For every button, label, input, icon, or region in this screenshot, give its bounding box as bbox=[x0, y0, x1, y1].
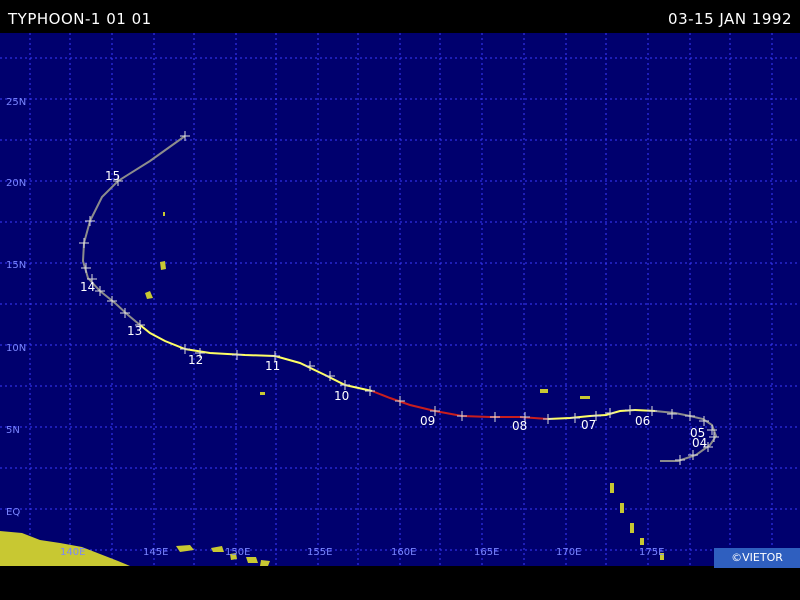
day-label: 15 bbox=[105, 169, 120, 183]
track-position-marker bbox=[685, 411, 695, 421]
longitude-labels: 140E145E150E155E160E165E170E175E180 bbox=[60, 547, 741, 558]
longitude-label: 175E bbox=[639, 547, 664, 558]
track-position-marker bbox=[365, 386, 375, 396]
track-position-marker bbox=[490, 412, 500, 422]
latitude-label: 10N bbox=[6, 343, 26, 354]
land-island bbox=[630, 523, 634, 533]
credit-badge: ©VIETOR bbox=[714, 548, 800, 568]
day-label: 11 bbox=[265, 359, 280, 373]
track-position-marker bbox=[625, 405, 635, 415]
latitude-labels: 25N 20N 15N 10N 5N EQ bbox=[6, 97, 26, 518]
land-island bbox=[610, 483, 614, 493]
track-map: 25N 20N 15N 10N 5N EQ 140E 145E 150E 155E 160E 165… bbox=[0, 33, 800, 566]
track-position-marker bbox=[81, 263, 91, 273]
longitude-label: 165E bbox=[474, 547, 499, 558]
track-position-marker bbox=[709, 432, 719, 442]
track-position-marker bbox=[543, 414, 553, 424]
land-island bbox=[160, 261, 166, 270]
day-label: 14 bbox=[80, 280, 95, 294]
day-label: 04 bbox=[692, 436, 707, 450]
track-segment-storm-2 bbox=[139, 324, 373, 392]
day-label: 10 bbox=[334, 389, 349, 403]
track-position-marker bbox=[457, 411, 467, 421]
land-island bbox=[163, 212, 165, 216]
land-island bbox=[211, 546, 224, 552]
land-island bbox=[640, 538, 644, 545]
latitude-label: 5N bbox=[6, 425, 20, 436]
day-label: 12 bbox=[188, 353, 203, 367]
day-label: 07 bbox=[581, 418, 596, 432]
track-position-marker bbox=[232, 350, 242, 360]
latitude-label: 15N bbox=[6, 260, 26, 271]
longitude-label: 160E bbox=[391, 547, 416, 558]
day-label: 09 bbox=[420, 414, 435, 428]
title-bar: TYPHOON-1 01 01 03-15 JAN 1992 bbox=[0, 0, 800, 32]
latitude-label: 25N bbox=[6, 97, 26, 108]
track-position-marker bbox=[675, 455, 685, 465]
track-position-marker bbox=[79, 238, 89, 248]
date-range: 03-15 JAN 1992 bbox=[668, 10, 792, 28]
day-label: 13 bbox=[127, 324, 142, 338]
longitude-label: 170E bbox=[556, 547, 581, 558]
grid-lines bbox=[0, 33, 800, 566]
longitude-label: 140E bbox=[60, 547, 85, 558]
storm-title: TYPHOON-1 01 01 bbox=[8, 10, 152, 28]
land-island bbox=[580, 396, 590, 399]
track-segment-typhoon bbox=[371, 390, 549, 420]
land-island bbox=[540, 389, 548, 393]
land-island bbox=[260, 392, 265, 395]
longitude-label: 145E bbox=[143, 547, 168, 558]
latitude-label: 20N bbox=[6, 178, 26, 189]
longitude-label: 150E bbox=[225, 547, 250, 558]
track-position-marker bbox=[570, 413, 580, 423]
track-segment-late bbox=[81, 135, 186, 326]
land-island bbox=[145, 291, 153, 299]
track-position-marker bbox=[85, 216, 95, 226]
track-position-marker bbox=[395, 396, 405, 406]
map-canvas: 25N 20N 15N 10N 5N EQ 140E 145E 150E 155E 160E 165… bbox=[0, 33, 800, 566]
day-label: 06 bbox=[635, 414, 650, 428]
land-island bbox=[620, 503, 624, 513]
bottom-bar bbox=[0, 566, 800, 600]
landmasses bbox=[0, 212, 664, 566]
day-label: 08 bbox=[512, 419, 527, 433]
land-island bbox=[176, 545, 194, 552]
longitude-label: 155E bbox=[307, 547, 332, 558]
track-position-marker bbox=[667, 409, 677, 419]
latitude-label: EQ bbox=[6, 507, 20, 518]
day-labels: 15141312 111009 08 07 060504 bbox=[80, 169, 707, 450]
